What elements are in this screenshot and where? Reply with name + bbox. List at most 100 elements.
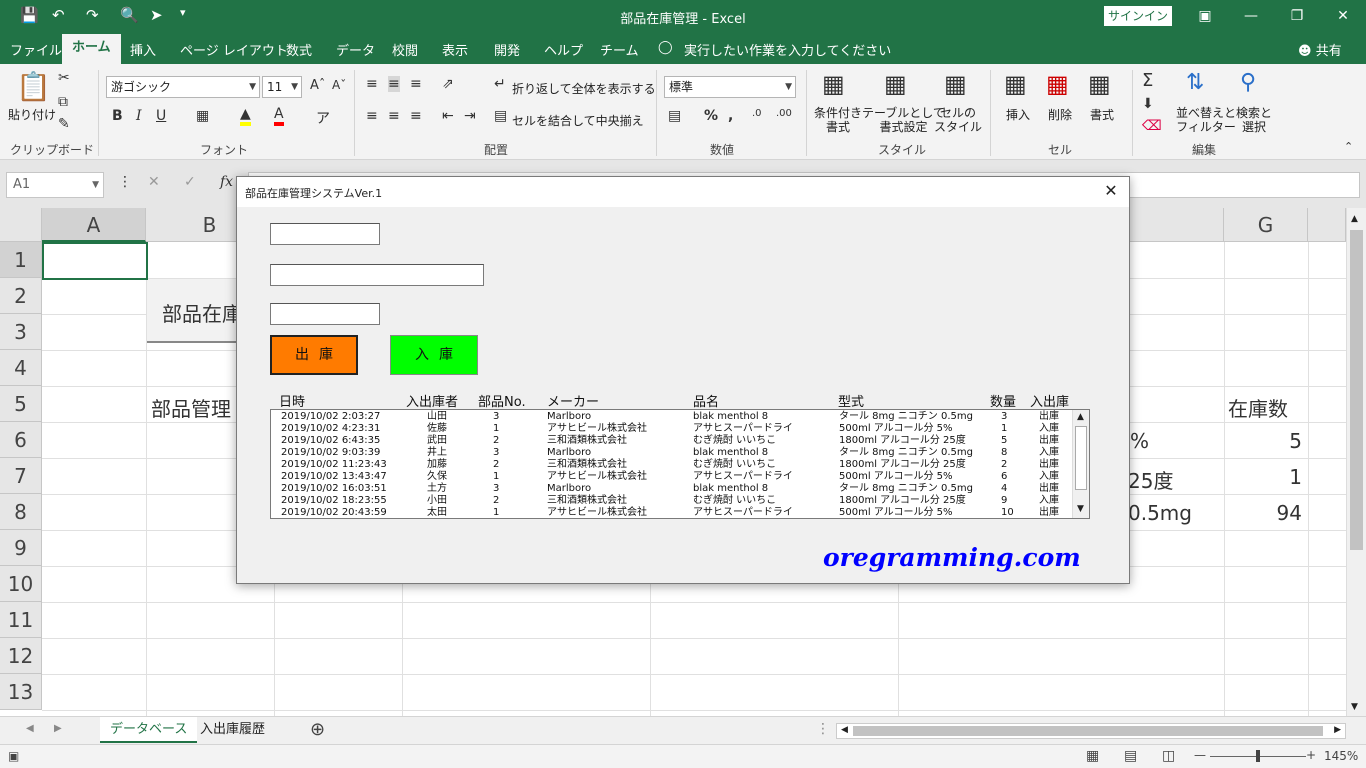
- borders-icon[interactable]: ▦: [196, 108, 209, 124]
- percent-icon[interactable]: %: [704, 108, 718, 124]
- sheet-tab-database[interactable]: データベース: [100, 717, 198, 743]
- scroll-thumb[interactable]: [1350, 230, 1363, 550]
- dialog-title-bar[interactable]: 部品在庫管理システムVer.1 ✕: [237, 177, 1129, 207]
- conditional-format-button[interactable]: 条件付き 書式: [814, 106, 862, 134]
- decrease-indent-icon[interactable]: ⇤: [442, 108, 454, 124]
- clear-icon[interactable]: ⌫: [1142, 118, 1162, 134]
- underline-icon[interactable]: U: [156, 108, 166, 124]
- col-header-h[interactable]: [1308, 208, 1346, 242]
- shipout-button[interactable]: 出庫: [270, 335, 358, 375]
- scroll-down-icon[interactable]: ▼: [1077, 504, 1084, 514]
- zoom-out-icon[interactable]: —: [1194, 748, 1206, 762]
- comma-icon[interactable]: ,: [728, 108, 733, 124]
- scroll-down-icon[interactable]: ▼: [1351, 702, 1358, 712]
- minimize-icon[interactable]: —: [1236, 4, 1266, 28]
- close-icon[interactable]: ✕: [1328, 4, 1358, 28]
- align-bottom-icon[interactable]: ≡: [410, 76, 422, 92]
- list-item[interactable]: 2019/10/02 4:23:31 佐藤 1 アサヒビール株式会社 アサヒスーパードラ…: [271, 423, 1071, 435]
- tab-file[interactable]: ファイル: [10, 40, 62, 59]
- list-item[interactable]: 2019/10/02 18:23:55 小田 2 三和酒類株式会社 むぎ焼酎 いいちこ 1…: [271, 495, 1071, 507]
- format-painter-icon[interactable]: ✎: [58, 116, 70, 132]
- merge-center-icon[interactable]: ▤: [494, 108, 507, 124]
- vertical-scrollbar[interactable]: ▲ ▼: [1346, 208, 1366, 716]
- enter-icon[interactable]: ✓: [184, 174, 196, 190]
- row-header[interactable]: 4: [0, 350, 42, 386]
- signin-button[interactable]: サインイン: [1104, 6, 1172, 26]
- name-box[interactable]: A1 ▼: [6, 172, 104, 198]
- insert-function-icon[interactable]: fx: [220, 174, 233, 190]
- scroll-thumb[interactable]: [1075, 426, 1087, 490]
- autosum-icon[interactable]: Σ: [1142, 70, 1153, 91]
- tab-help[interactable]: ヘルプ: [544, 40, 583, 59]
- insert-cells-icon[interactable]: ▦: [1004, 70, 1027, 98]
- tab-team[interactable]: チーム: [600, 40, 639, 59]
- tab-review[interactable]: 校閲: [392, 40, 418, 59]
- share-button[interactable]: ☻ 共有: [1298, 40, 1342, 59]
- row-header[interactable]: 1: [0, 242, 42, 278]
- list-item[interactable]: 2019/10/02 13:43:47 久保 1 アサヒビール株式会社 アサヒスーパード…: [271, 471, 1071, 483]
- cancel-icon[interactable]: ✕: [148, 174, 160, 190]
- scroll-thumb[interactable]: [853, 726, 1323, 736]
- phonetic-icon[interactable]: ア: [316, 108, 330, 128]
- collapse-ribbon-icon[interactable]: ⌃: [1344, 140, 1353, 153]
- receive-button[interactable]: 入庫: [390, 335, 478, 375]
- find-select-button[interactable]: 検索と 選択: [1236, 106, 1272, 134]
- copy-icon[interactable]: ⧉: [58, 94, 68, 110]
- add-sheet-icon[interactable]: ⊕: [310, 719, 325, 740]
- close-icon[interactable]: ✕: [1099, 180, 1123, 202]
- align-top-icon[interactable]: ≡: [366, 76, 378, 92]
- merge-center-button[interactable]: セルを結合して中央揃え: [512, 112, 644, 129]
- row-header[interactable]: 10: [0, 566, 42, 602]
- list-item[interactable]: 2019/10/02 20:43:59 太田 1 アサヒビール株式会社 アサヒスーパード…: [271, 507, 1071, 518]
- tell-me-input[interactable]: 実行したい作業を入力してください: [684, 40, 891, 59]
- scroll-right-icon[interactable]: ▶: [1334, 725, 1341, 735]
- sheet-tab-history[interactable]: 入出庫履歴: [190, 717, 275, 743]
- cell-styles-icon[interactable]: ▦: [944, 70, 967, 98]
- format-cells-icon[interactable]: ▦: [1088, 70, 1111, 98]
- font-color-icon[interactable]: A: [274, 106, 284, 126]
- tab-formulas[interactable]: 数式: [286, 40, 312, 59]
- date-input[interactable]: [270, 223, 380, 245]
- history-listbox[interactable]: 2019/10/02 2:03:27 山田 3 Marlboro blak mentho…: [270, 409, 1090, 519]
- increase-indent-icon[interactable]: ⇥: [464, 108, 476, 124]
- paste-label[interactable]: 貼り付け: [8, 106, 56, 123]
- zoom-in-icon[interactable]: +: [1306, 748, 1316, 762]
- row-header[interactable]: 3: [0, 314, 42, 350]
- italic-icon[interactable]: I: [136, 108, 142, 124]
- row-header[interactable]: 12: [0, 638, 42, 674]
- increase-decimal-icon[interactable]: .0: [752, 108, 762, 119]
- accounting-icon[interactable]: ▤: [668, 108, 681, 124]
- fill-color-icon[interactable]: ▲: [240, 106, 251, 126]
- find-select-icon[interactable]: ⚲: [1240, 70, 1256, 95]
- tab-page-layout[interactable]: ページ レイアウト: [180, 40, 288, 59]
- bold-icon[interactable]: B: [112, 108, 123, 124]
- normal-view-icon[interactable]: ▦: [1086, 748, 1099, 764]
- list-item[interactable]: 2019/10/02 2:03:27 山田 3 Marlboro blak mentho…: [271, 411, 1071, 423]
- font-name-select[interactable]: 游ゴシック ▼: [106, 76, 260, 98]
- row-header[interactable]: 8: [0, 494, 42, 530]
- page-layout-view-icon[interactable]: ▤: [1124, 748, 1137, 764]
- person-input[interactable]: [270, 264, 484, 286]
- prev-sheet-icon[interactable]: ◀: [26, 723, 34, 734]
- font-size-select[interactable]: 11 ▼: [262, 76, 302, 98]
- listbox-scrollbar[interactable]: ▲ ▼: [1072, 410, 1089, 518]
- restore-icon[interactable]: ❐: [1282, 4, 1312, 28]
- selected-cell-a1[interactable]: [42, 242, 148, 280]
- decrease-font-icon[interactable]: Aˇ: [332, 78, 346, 92]
- align-right-icon[interactable]: ≡: [410, 108, 422, 124]
- align-middle-icon[interactable]: ≡: [388, 76, 400, 92]
- number-format-select[interactable]: 標準 ▼: [664, 76, 796, 98]
- insert-cells-button[interactable]: 挿入: [1006, 106, 1030, 123]
- row-header[interactable]: 9: [0, 530, 42, 566]
- align-left-icon[interactable]: ≡: [366, 108, 378, 124]
- fill-icon[interactable]: ⬇: [1142, 96, 1154, 112]
- scroll-left-icon[interactable]: ◀: [841, 725, 848, 735]
- select-all-corner[interactable]: [0, 208, 42, 242]
- scroll-up-icon[interactable]: ▲: [1351, 214, 1358, 224]
- conditional-format-icon[interactable]: ▦: [822, 70, 845, 98]
- sort-filter-icon[interactable]: ⇅: [1186, 70, 1204, 95]
- row-header[interactable]: 5: [0, 386, 42, 422]
- horizontal-scrollbar[interactable]: ◀ ▶: [836, 723, 1346, 739]
- zoom-level[interactable]: 145%: [1324, 749, 1358, 763]
- list-item[interactable]: 2019/10/02 6:43:35 武田 2 三和酒類株式会社 むぎ焼酎 いいちこ 18…: [271, 435, 1071, 447]
